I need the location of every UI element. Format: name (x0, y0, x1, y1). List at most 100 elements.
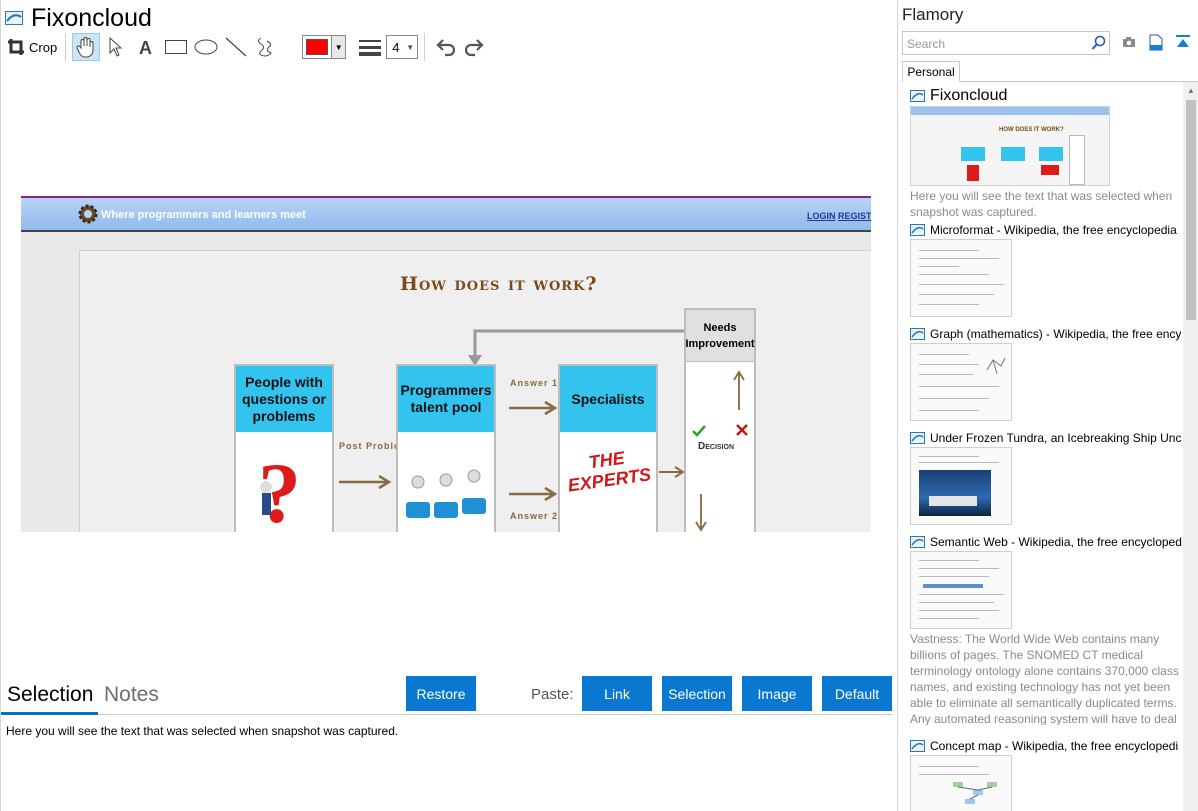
list-item[interactable]: Microformat - Wikipedia, the free encycl… (910, 222, 1182, 317)
text-icon: A (139, 38, 152, 57)
line-width-picker[interactable]: 4 ▼ (358, 35, 419, 59)
snapshot-login-link: LOGIN (807, 211, 836, 221)
snapshot-site-header: Where programmers and learners meet LOGI… (21, 196, 871, 232)
diagram-box-needs-improvement: Needs Improvement Decision (684, 308, 756, 532)
restore-button[interactable]: Restore (406, 676, 476, 711)
undo-button[interactable] (431, 33, 459, 61)
diagram-box-specialists: Specialists THE EXPERTS (558, 364, 658, 532)
up-arrow-icon (733, 370, 745, 410)
scrollbar[interactable]: ▲ (1183, 82, 1198, 811)
diagram-box-needs-label: Needs Improvement (685, 310, 755, 362)
line-tool-button[interactable] (222, 33, 250, 61)
rectangle-icon (165, 40, 188, 54)
arrow-icon (509, 400, 558, 416)
app-icon (5, 11, 23, 25)
selection-text-area[interactable]: Here you will see the text that was sele… (6, 724, 398, 738)
diagram-box-people-label: People with questions or problems (236, 366, 332, 432)
color-picker[interactable]: ▼ (302, 35, 347, 59)
snapshot-heading: How does it work? (400, 273, 598, 295)
page-icon (910, 224, 925, 236)
snapshot-image[interactable]: Where programmers and learners meet LOGI… (21, 196, 871, 532)
redo-icon (465, 39, 484, 57)
text-tool-button[interactable]: A (132, 33, 160, 61)
crop-button[interactable]: Crop (7, 33, 57, 61)
redo-button[interactable] (461, 33, 489, 61)
snapshot-thumbnail (910, 447, 1012, 525)
diagram-box-programmers-label: Programmers talent pool (398, 366, 494, 432)
pointer-tool-button[interactable] (102, 33, 130, 61)
programmers-illustration (406, 469, 486, 518)
tab-selection[interactable]: Selection (7, 683, 93, 713)
list-item[interactable]: Semantic Web - Wikipedia, the free encyc… (910, 534, 1182, 725)
pointer-icon (109, 36, 123, 57)
hand-tool-button[interactable] (72, 33, 101, 61)
line-icon (225, 37, 247, 57)
list-item-label: Concept map - Wikipedia, the free encycl… (930, 739, 1179, 753)
paste-image-button[interactable]: Image (742, 676, 812, 711)
down-arrow-icon (695, 494, 707, 532)
list-item-label: Microformat - Wikipedia, the free encycl… (930, 223, 1177, 237)
page-icon (910, 432, 925, 444)
chevron-down-icon: ▼ (331, 36, 346, 58)
chevron-down-icon: ▼ (406, 42, 415, 52)
list-item[interactable]: Concept map - Wikipedia, the free encycl… (910, 738, 1182, 811)
list-item[interactable]: Fixoncloud HOW DOES IT WORK? Here you wi… (910, 87, 1182, 220)
cross-icon (736, 424, 748, 436)
line-width-icon (359, 40, 382, 56)
document-icon[interactable] (1149, 34, 1163, 51)
camera-icon[interactable] (1122, 35, 1136, 49)
list-item-label: Under Frozen Tundra, an Icebreaking Ship… (930, 431, 1182, 445)
snapshot-thumbnail (910, 551, 1012, 629)
crop-icon (8, 39, 24, 55)
check-icon (692, 425, 706, 437)
snapshot-list: Fixoncloud HOW DOES IT WORK? Here you wi… (898, 82, 1183, 811)
undo-icon (436, 39, 456, 57)
paste-link-button[interactable]: Link (582, 676, 652, 711)
collapse-top-icon[interactable] (1175, 34, 1191, 50)
snapshot-thumbnail (910, 239, 1012, 317)
snapshot-thumbnail: HOW DOES IT WORK? (910, 106, 1110, 186)
list-item[interactable]: Under Frozen Tundra, an Icebreaking Ship… (910, 430, 1182, 525)
search-icon[interactable] (1091, 35, 1107, 51)
active-tab-indicator (1, 712, 98, 715)
chevron-up-icon[interactable]: ▲ (1187, 86, 1195, 95)
line-width-select[interactable]: 4 ▼ (386, 35, 419, 59)
page-icon (910, 740, 925, 752)
arrow-icon (659, 466, 685, 478)
svg-text:A: A (139, 38, 152, 57)
main-panel: Fixoncloud Crop A ▼ 4 ▼ Where programmer… (0, 0, 897, 811)
experts-illustration: THE EXPERTS (566, 447, 653, 496)
hand-icon (76, 37, 94, 58)
list-item-label: Semantic Web - Wikipedia, the free encyc… (930, 535, 1182, 549)
color-swatch (306, 39, 329, 55)
toolbar-divider (65, 33, 67, 61)
list-item-label: Fixoncloud (930, 87, 1008, 104)
snapshot-thumbnail (910, 343, 1012, 421)
page-icon (910, 536, 925, 548)
gear-icon (78, 204, 98, 224)
list-item-description: Vastness: The World Wide Web contains ma… (910, 632, 1179, 725)
diagram-box-programmers: Programmers talent pool (396, 364, 496, 532)
list-item[interactable]: Graph (mathematics) - Wikipedia, the fre… (910, 326, 1182, 421)
paste-label: Paste: (531, 686, 574, 703)
search-input[interactable]: Search (902, 31, 1110, 55)
paste-selection-button[interactable]: Selection (662, 676, 732, 711)
ellipse-tool-button[interactable] (192, 33, 220, 61)
answer-2-label: Answer 2 (510, 511, 559, 521)
diagram-box-people: People with questions or problems ? (234, 364, 334, 532)
tab-personal[interactable]: Personal (902, 61, 960, 82)
snapshot-register-link: REGISTER (838, 211, 871, 221)
tab-notes[interactable]: Notes (104, 683, 159, 713)
diagram-box-specialists-label: Specialists (560, 366, 656, 432)
page-icon (910, 90, 925, 102)
question-mark-icon: ? (258, 445, 301, 532)
rectangle-tool-button[interactable] (162, 33, 190, 61)
page-title: Fixoncloud (31, 3, 152, 32)
page-icon (910, 328, 925, 340)
paste-default-button[interactable]: Default (822, 676, 892, 711)
toolbar-divider (424, 33, 426, 61)
list-item-label: Graph (mathematics) - Wikipedia, the fre… (930, 327, 1182, 341)
crop-label: Crop (29, 39, 58, 55)
freehand-tool-button[interactable] (252, 33, 280, 61)
scrollbar-thumb[interactable] (1186, 100, 1196, 320)
